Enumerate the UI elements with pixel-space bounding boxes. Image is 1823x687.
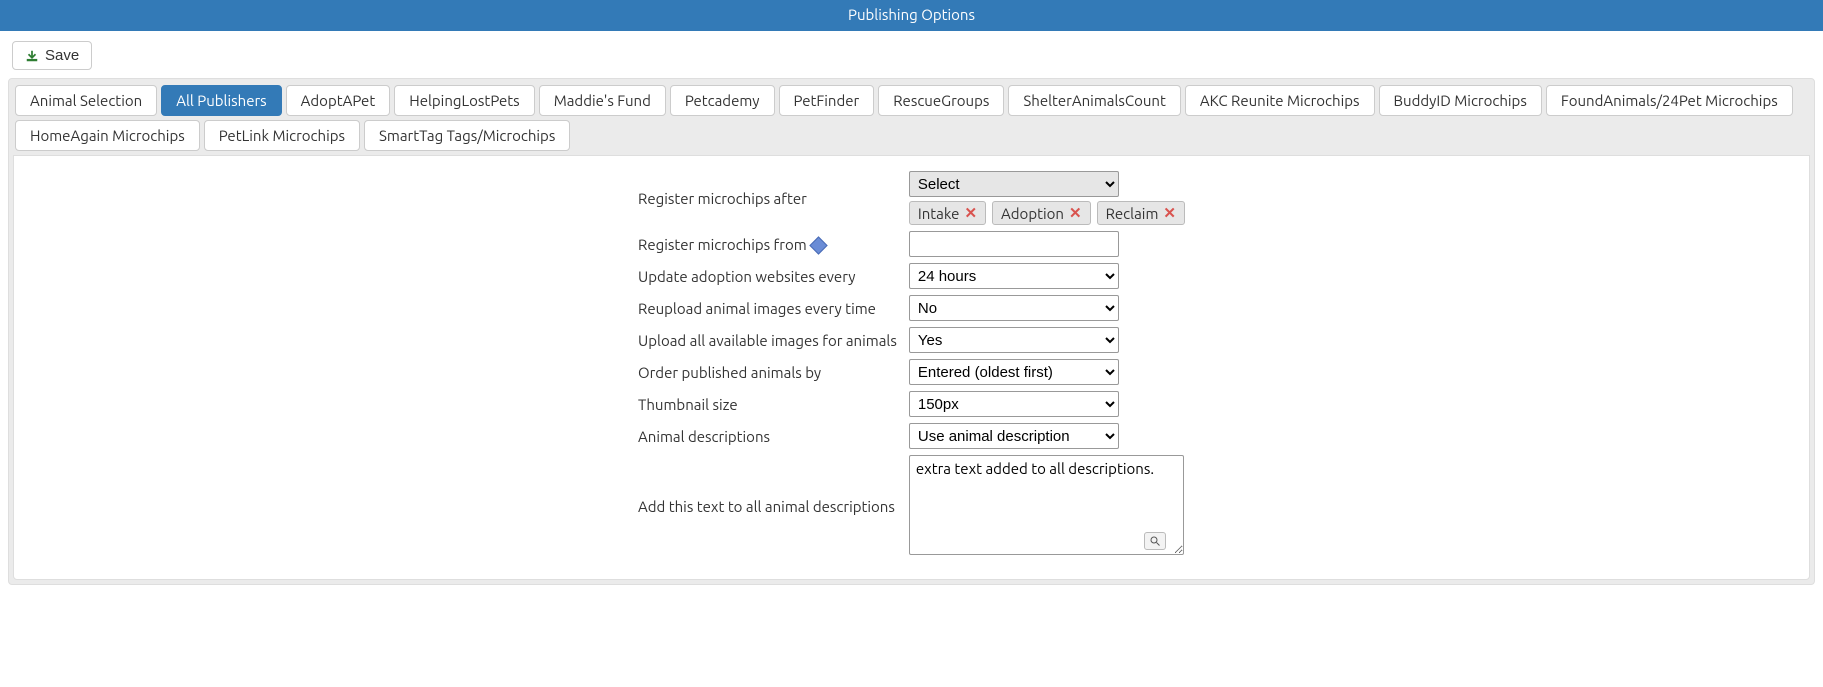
register-after-select[interactable]: Select — [909, 171, 1119, 197]
tab-petfinder[interactable]: PetFinder — [779, 85, 875, 116]
tab-maddie-s-fund[interactable]: Maddie's Fund — [539, 85, 666, 116]
remove-tag-icon[interactable]: ✕ — [1069, 204, 1082, 222]
label-thumb-size: Thumbnail size — [634, 388, 905, 420]
descriptions-select[interactable]: Use animal description — [909, 423, 1119, 449]
toolbar: Save — [0, 31, 1823, 78]
update-every-select[interactable]: 24 hours — [909, 263, 1119, 289]
extra-text-textarea[interactable] — [909, 455, 1184, 555]
label-order-by: Order published animals by — [634, 356, 905, 388]
page-title: Publishing Options — [0, 0, 1823, 31]
tag-adoption: Adoption ✕ — [992, 201, 1091, 225]
tab-all-publishers[interactable]: All Publishers — [161, 85, 281, 116]
label-register-after: Register microchips after — [634, 168, 905, 228]
label-descriptions: Animal descriptions — [634, 420, 905, 452]
label-register-from: Register microchips from — [638, 236, 807, 253]
register-after-tags: Intake ✕ Adoption ✕ Reclaim ✕ — [909, 201, 1185, 225]
thumb-size-select[interactable]: 150px — [909, 391, 1119, 417]
tag-reclaim: Reclaim ✕ — [1097, 201, 1185, 225]
tag-label: Reclaim — [1106, 205, 1159, 222]
tag-label: Adoption — [1001, 205, 1064, 222]
save-icon — [25, 49, 39, 63]
upload-all-select[interactable]: Yes — [909, 327, 1119, 353]
label-reupload: Reupload animal images every time — [634, 292, 905, 324]
order-by-select[interactable]: Entered (oldest first) — [909, 359, 1119, 385]
remove-tag-icon[interactable]: ✕ — [964, 204, 977, 222]
tab-adoptapet[interactable]: AdoptAPet — [286, 85, 391, 116]
tab-panel: Animal SelectionAll PublishersAdoptAPetH… — [8, 78, 1815, 585]
tab-petlink-microchips[interactable]: PetLink Microchips — [204, 120, 360, 151]
tab-akc-reunite-microchips[interactable]: AKC Reunite Microchips — [1185, 85, 1375, 116]
tag-label: Intake — [918, 205, 960, 222]
tab-helpinglostpets[interactable]: HelpingLostPets — [394, 85, 534, 116]
tab-smarttag-tags-microchips[interactable]: SmartTag Tags/Microchips — [364, 120, 570, 151]
tab-rescuegroups[interactable]: RescueGroups — [878, 85, 1004, 116]
expand-textarea-icon[interactable] — [1144, 532, 1166, 550]
register-from-input[interactable] — [909, 231, 1119, 257]
tab-buddyid-microchips[interactable]: BuddyID Microchips — [1379, 85, 1542, 116]
tab-content-all-publishers: Register microchips after Select Intake … — [13, 155, 1810, 580]
help-icon[interactable] — [809, 236, 827, 254]
tag-intake: Intake ✕ — [909, 201, 986, 225]
tab-shelteranimalscount[interactable]: ShelterAnimalsCount — [1008, 85, 1181, 116]
tab-petcademy[interactable]: Petcademy — [670, 85, 775, 116]
tab-foundanimals-24pet-microchips[interactable]: FoundAnimals/24Pet Microchips — [1546, 85, 1793, 116]
tab-homeagain-microchips[interactable]: HomeAgain Microchips — [15, 120, 200, 151]
save-button[interactable]: Save — [12, 41, 92, 70]
label-upload-all: Upload all available images for animals — [634, 324, 905, 356]
tab-strip: Animal SelectionAll PublishersAdoptAPetH… — [9, 79, 1814, 151]
reupload-select[interactable]: No — [909, 295, 1119, 321]
tab-animal-selection[interactable]: Animal Selection — [15, 85, 157, 116]
save-button-label: Save — [45, 47, 79, 64]
label-update-every: Update adoption websites every — [634, 260, 905, 292]
label-extra-text: Add this text to all animal descriptions — [634, 452, 905, 561]
settings-form: Register microchips after Select Intake … — [634, 168, 1189, 561]
remove-tag-icon[interactable]: ✕ — [1163, 204, 1176, 222]
